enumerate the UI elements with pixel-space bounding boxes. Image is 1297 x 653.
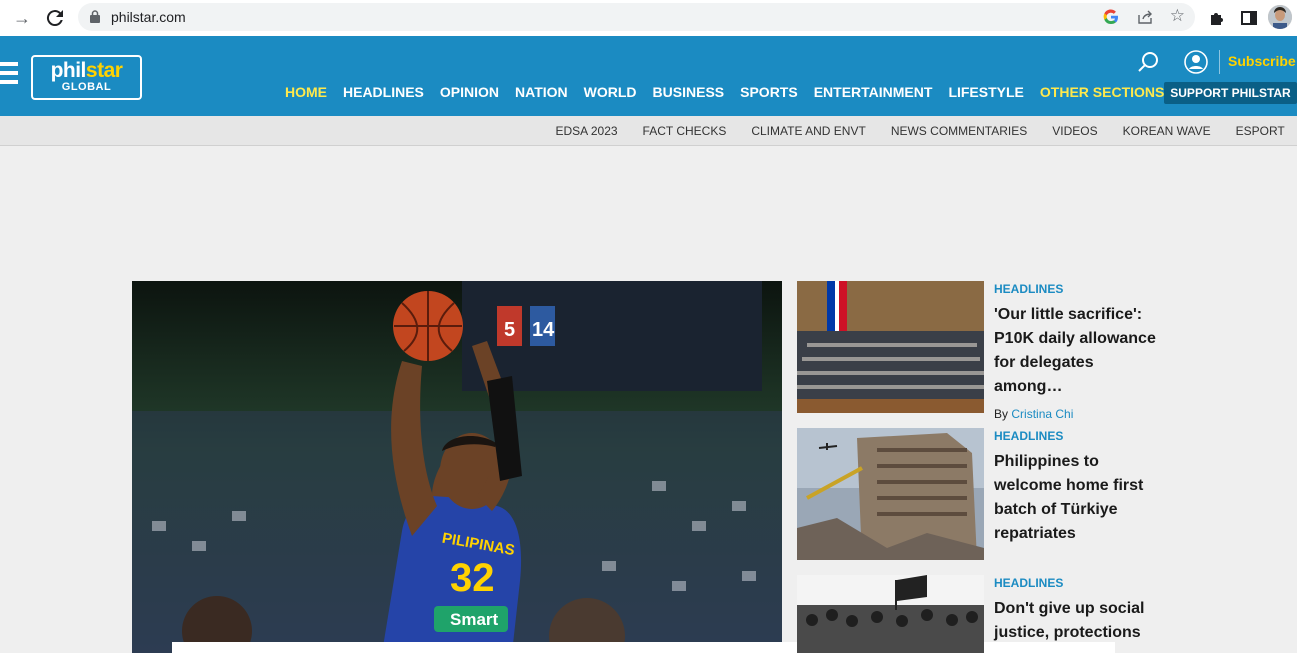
story-byline: By Cristina Chi [994,407,1164,421]
subscribe-link[interactable]: Subscribe [1228,53,1296,69]
subnav-fact-checks[interactable]: FACT CHECKS [630,124,739,138]
browser-toolbar: → philstar.com ☆ [0,0,1297,36]
address-bar[interactable]: philstar.com ☆ [78,3,1195,31]
sub-navigation: EDSA 2023 FACT CHECKS CLIMATE AND ENVT N… [0,116,1297,146]
story-title[interactable]: Don't give up social justice, protection… [994,597,1164,645]
hamburger-menu-icon[interactable] [0,62,18,86]
story-card[interactable]: HEADLINES Don't give up social justice, … [797,575,1167,653]
story-thumbnail[interactable] [797,575,984,653]
hero-image[interactable]: 5 14 PILIPINAS 32 Smart [132,281,782,653]
google-icon[interactable] [1103,9,1119,25]
scoreboard-away: 14 [532,319,555,341]
logo-text-star: star [85,59,123,82]
story-title[interactable]: 'Our little sacrifice': P10K daily allow… [994,303,1164,399]
story-category[interactable]: HEADLINES [994,428,1164,444]
nav-sports[interactable]: SPORTS [732,84,806,100]
nav-lifestyle[interactable]: LIFESTYLE [940,84,1031,100]
nav-home[interactable]: HOME [277,84,335,100]
story-thumbnail[interactable] [797,428,984,560]
logo-text-phil: phil [50,59,87,82]
site-header: philstar GLOBAL Subscribe HOME HEADLINES… [0,36,1297,116]
jersey-sponsor: Smart [450,610,499,629]
story-category[interactable]: HEADLINES [994,281,1164,297]
subnav-edsa-2023[interactable]: EDSA 2023 [543,124,630,138]
share-icon[interactable] [1137,9,1153,25]
story-thumbnail[interactable] [797,281,984,413]
nav-opinion[interactable]: OPINION [432,84,507,100]
subnav-esport[interactable]: ESPORT [1223,124,1297,138]
byline-prefix: By [994,407,1009,421]
profile-avatar[interactable] [1268,5,1292,29]
subnav-climate[interactable]: CLIMATE AND ENVT [739,124,878,138]
nav-entertainment[interactable]: ENTERTAINMENT [806,84,941,100]
main-navigation: HOME HEADLINES OPINION NATION WORLD BUSI… [277,84,1172,100]
nav-other-sections[interactable]: OTHER SECTIONS [1032,84,1172,100]
philstar-logo[interactable]: philstar GLOBAL [31,55,142,100]
subnav-korean-wave[interactable]: KOREAN WAVE [1110,124,1223,138]
support-philstar-button[interactable]: SUPPORT PHILSTAR [1164,82,1297,104]
logo-text-global: GLOBAL [61,81,112,93]
scoreboard-home: 5 [504,319,515,341]
reload-icon[interactable] [43,6,67,30]
story-category[interactable]: HEADLINES [994,575,1164,591]
search-icon[interactable] [1137,51,1159,73]
story-card[interactable]: HEADLINES 'Our little sacrifice': P10K d… [797,281,1167,421]
header-divider [1219,50,1220,74]
subnav-news-commentaries[interactable]: NEWS COMMENTARIES [878,124,1039,138]
nav-nation[interactable]: NATION [507,84,576,100]
url-text: philstar.com [111,9,186,25]
lock-icon [90,10,100,23]
story-author-link[interactable]: Cristina Chi [1011,407,1073,421]
extensions-puzzle-icon[interactable] [1208,9,1226,27]
forward-arrow-icon[interactable]: → [10,6,34,30]
side-panel-icon[interactable] [1240,9,1258,27]
story-card[interactable]: HEADLINES Philippines to welcome home fi… [797,428,1167,560]
story-title[interactable]: Philippines to welcome home first batch … [994,450,1164,546]
jersey-number: 32 [450,556,495,600]
nav-headlines[interactable]: HEADLINES [335,84,432,100]
bookmark-star-icon[interactable]: ☆ [1170,6,1185,26]
subnav-videos[interactable]: VIDEOS [1040,124,1110,138]
user-account-icon[interactable] [1184,50,1208,74]
nav-business[interactable]: BUSINESS [645,84,733,100]
nav-world[interactable]: WORLD [576,84,645,100]
